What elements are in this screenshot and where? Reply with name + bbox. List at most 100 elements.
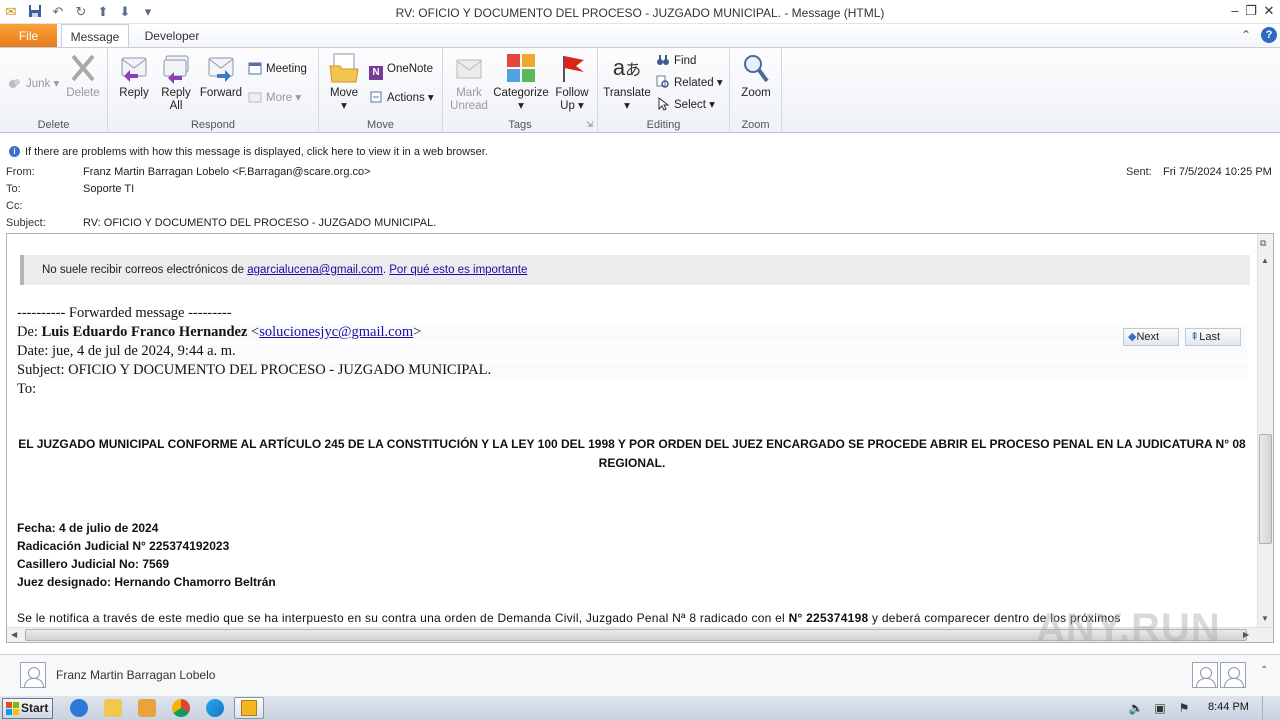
show-desktop-button[interactable] (1262, 696, 1280, 720)
next-label: Next (1136, 331, 1160, 343)
onenote-button[interactable]: N OneNote (369, 60, 433, 80)
categorize-button[interactable]: Categorize ▾ (493, 52, 549, 113)
tab-file[interactable]: File (0, 24, 57, 48)
volume-icon[interactable]: 🔈 (1128, 700, 1144, 716)
radicacion-line: Radicación Judicial N° 225374192023 (17, 539, 230, 553)
close-button[interactable]: ✕ (1258, 2, 1280, 20)
why-important-link[interactable]: Por qué esto es importante (389, 264, 527, 276)
mark-unread-envelope-icon (453, 52, 485, 84)
meeting-button[interactable]: Meeting (248, 60, 307, 78)
more-icon (248, 90, 262, 104)
outlook-taskbar-button[interactable] (234, 697, 264, 719)
scroll-up-arrow[interactable]: ▲ (1261, 256, 1269, 265)
window-title: RV: OFICIO Y DOCUMENTO DEL PROCESO - JUZ… (395, 6, 885, 20)
editing-group: aあ Translate ▾ Find Related ▾ Select ▾ Ed… (598, 48, 730, 133)
delete-button[interactable]: Delete (63, 52, 103, 100)
find-button[interactable]: Find (656, 52, 696, 70)
junk-button[interactable]: Junk ▾ (8, 75, 59, 93)
tab-developer[interactable]: Developer (136, 24, 208, 48)
reply-all-icon (160, 52, 192, 84)
delete-x-icon (67, 52, 99, 84)
contact-avatar-1[interactable] (1192, 662, 1218, 688)
sent-label: Sent: (1126, 166, 1152, 178)
zoom-group: Zoom Zoom (730, 48, 782, 133)
edge-icon[interactable] (206, 699, 224, 717)
start-button[interactable]: Start (2, 698, 53, 719)
last-arrow-icon: ⇞ (1190, 331, 1200, 343)
to-label: To: (6, 183, 21, 195)
scroll-down-arrow[interactable]: ▼ (1261, 614, 1269, 623)
zoom-group-label: Zoom (741, 119, 770, 131)
taskbar: Start 🔈 ▣ ⚑ 8:44 PM (0, 695, 1280, 720)
zoom-magnifier-icon (740, 52, 772, 84)
related-button[interactable]: Related ▾ (656, 74, 723, 92)
action-center-flag-icon[interactable]: ⚑ (1176, 700, 1192, 716)
contact-avatar-2[interactable] (1220, 662, 1246, 688)
from-label: From: (6, 166, 35, 178)
forward-button[interactable]: Forward (198, 52, 244, 100)
tags-group: Mark Unread Categorize ▾ Follow Up ▾ Tags ⇲ (443, 48, 598, 133)
chrome-icon[interactable] (172, 699, 190, 717)
forward-icon (205, 52, 237, 84)
junk-icon (8, 76, 22, 90)
external-sender-warning: No suele recibir correos electrónicos de… (20, 255, 1250, 285)
move-button[interactable]: Move ▾ (325, 52, 363, 113)
onenote-icon: N (369, 66, 383, 80)
move-folder-icon (328, 52, 360, 84)
move-group: Move ▾ N OneNote Actions ▾ Move (319, 48, 443, 133)
reply-icon (118, 52, 150, 84)
reply-button[interactable]: Reply (114, 52, 154, 100)
tab-message[interactable]: Message (61, 24, 129, 48)
forwarded-subject: Subject: OFICIO Y DOCUMENTO DEL PROCESO … (17, 362, 1247, 379)
expand-people-pane-icon[interactable]: ⌃ (1260, 665, 1268, 676)
notice-case-number: N° 225374198 (788, 611, 869, 625)
mark-unread-button[interactable]: Mark Unread (447, 52, 491, 113)
display-problems-infobar[interactable]: i If there are problems with how this me… (0, 141, 1280, 163)
message-body-pane[interactable]: No suele recibir correos electrónicos de… (6, 233, 1274, 643)
fwd-from-email-link[interactable]: solucionesjyc@gmail.com (259, 324, 413, 340)
more-respond-button[interactable]: More ▾ (248, 89, 301, 107)
network-icon[interactable]: ▣ (1152, 700, 1168, 716)
next-button[interactable]: ◆Next (1123, 328, 1179, 346)
warning-email-link[interactable]: agarcialucena@gmail.com (247, 264, 383, 276)
last-button[interactable]: ⇞Last (1185, 328, 1241, 346)
reply-all-button[interactable]: Reply All (156, 52, 196, 113)
actions-icon (369, 90, 383, 104)
zoom-button[interactable]: Zoom (736, 52, 776, 100)
media-player-icon[interactable] (138, 699, 156, 717)
forwarded-header: ---------- Forwarded message --------- (17, 305, 232, 321)
select-button[interactable]: Select ▾ (656, 96, 715, 114)
vertical-scroll-thumb[interactable] (1259, 434, 1272, 544)
taskbar-clock[interactable]: 8:44 PM (1208, 701, 1249, 713)
last-label: Last (1199, 331, 1221, 343)
follow-up-button[interactable]: Follow Up ▾ (551, 52, 593, 113)
tags-group-label: Tags (508, 119, 532, 131)
forwarded-from: De: Luis Eduardo Franco Hernandez <soluc… (17, 324, 1247, 341)
scroll-right-arrow[interactable]: ▶ (1243, 630, 1249, 639)
scroll-left-arrow[interactable]: ◀ (11, 630, 17, 639)
juez-line: Juez designado: Hernando Chamorro Beltrá… (17, 575, 276, 589)
actions-button[interactable]: Actions ▾ (369, 89, 434, 107)
notice-heading-line1: EL JUZGADO MUNICIPAL CONFORME AL ARTÍCUL… (18, 437, 1246, 451)
to-value[interactable]: Soporte TI (83, 183, 134, 195)
tags-dialog-launcher-icon[interactable]: ⇲ (586, 120, 593, 129)
from-value[interactable]: Franz Martin Barragan Lobelo <F.Barragan… (83, 166, 371, 178)
related-icon (656, 75, 670, 89)
internet-explorer-icon[interactable] (70, 699, 88, 717)
people-pane: Franz Martin Barragan Lobelo ⌃ (0, 654, 1280, 694)
file-explorer-icon[interactable] (104, 699, 122, 717)
warning-text: No suele recibir correos electrónicos de… (42, 264, 528, 276)
people-pane-name[interactable]: Franz Martin Barragan Lobelo (56, 668, 215, 682)
fwd-gt: > (413, 324, 422, 340)
help-icon[interactable]: ? (1261, 27, 1277, 43)
editing-group-label: Editing (646, 119, 681, 131)
vertical-scrollbar[interactable]: ⧉ ▲ ▼ (1257, 234, 1273, 627)
fwd-from-label: De: (17, 324, 42, 340)
info-icon: i (9, 146, 20, 157)
sender-avatar[interactable] (20, 662, 46, 688)
move-group-label: Move (367, 119, 394, 131)
fecha-line: Fecha: 4 de julio de 2024 (17, 521, 159, 535)
translate-button[interactable]: aあ Translate ▾ (602, 52, 652, 113)
pane-options-icon[interactable]: ⧉ (1260, 238, 1271, 249)
collapse-ribbon-icon[interactable]: ⌃ (1241, 28, 1251, 42)
